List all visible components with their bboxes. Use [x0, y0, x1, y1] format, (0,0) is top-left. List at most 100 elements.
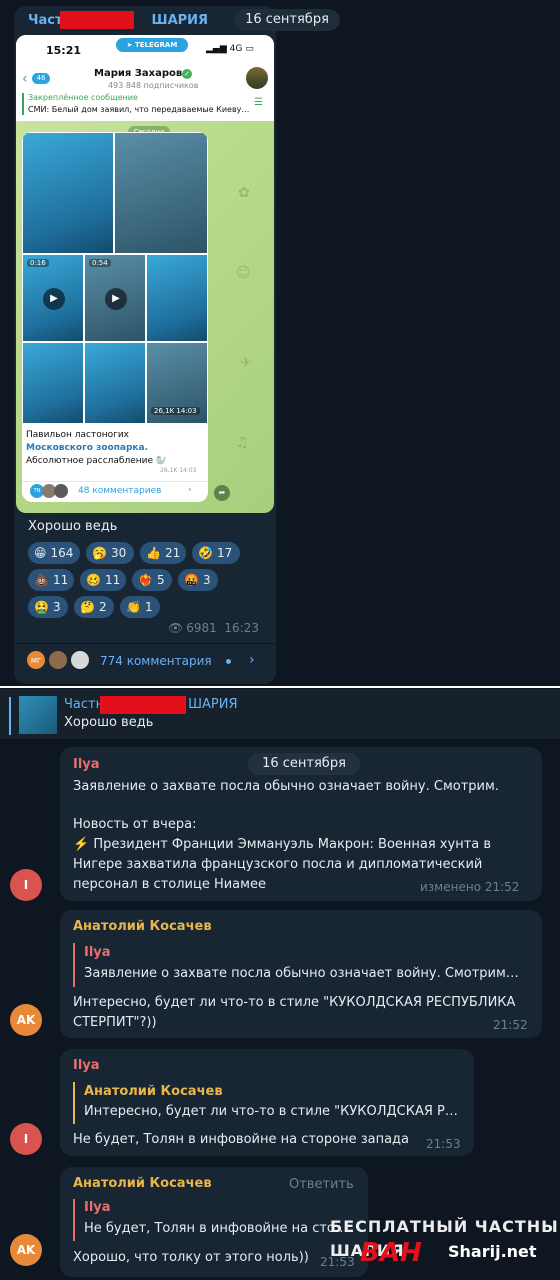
subscriber-count: 493 848 подписчиков: [108, 81, 199, 90]
quote-text[interactable]: Заявление о захвате посла обычно означае…: [84, 964, 519, 983]
video-duration: 0:54: [89, 259, 111, 267]
post-text: Хорошо ведь: [28, 519, 118, 534]
commenter-avatar: [48, 650, 68, 670]
reply-button[interactable]: Ответить: [289, 1175, 354, 1194]
message-text-line: Не будет, Толян в инфовойне на стороне з…: [73, 1132, 410, 1147]
message-text-line: Заявление о захвате посла обычно означае…: [73, 779, 499, 794]
channel-avatar: [246, 67, 268, 89]
reaction-chip[interactable]: ❤‍🔥 5: [132, 569, 172, 591]
walrus-photo: [22, 132, 114, 254]
post-comments-label[interactable]: 774 комментария: [100, 654, 212, 668]
avatar[interactable]: AK: [10, 1234, 42, 1266]
phone-signal: ▂▄▆ 4G ▭: [206, 44, 254, 54]
message-author[interactable]: Анатолий Косачев: [73, 1176, 212, 1191]
share-icon[interactable]: ➦: [214, 485, 230, 501]
commenter-avatar: МГ: [26, 650, 46, 670]
message-text-line: Хорошо, что толку от этого ноль)): [73, 1250, 309, 1265]
doodle-icon: ✿: [238, 185, 250, 201]
eye-icon: 👁: [168, 621, 184, 635]
chevron-right-icon: ›: [188, 485, 192, 495]
redaction-mark: [60, 11, 134, 29]
doodle-icon: ♫: [236, 435, 249, 451]
telegram-icon: ➤: [126, 41, 135, 49]
reaction-chip[interactable]: 🥱 30: [86, 542, 134, 564]
battery-icon: ▭: [242, 44, 254, 54]
reaction-chip[interactable]: 👍 21: [140, 542, 186, 564]
video-duration: 0:16: [27, 259, 49, 267]
phone-clock: 15:21: [46, 44, 82, 57]
walrus-photo: 26,1K 14:03: [146, 342, 208, 424]
reaction-chip[interactable]: 🤔 2: [74, 596, 114, 618]
quote-text[interactable]: Интересно, будет ли что-то в стиле "КУКО…: [84, 1102, 458, 1121]
quote-author[interactable]: Анатолий Косачев: [84, 1084, 223, 1099]
unread-dot: [226, 659, 231, 664]
walrus-photo: [114, 132, 208, 254]
watermark-text: БЕСПЛАТНЫЙ ЧАСТНЫЙ: [330, 1217, 560, 1236]
video-thumbnail: 0:54 ▶: [84, 254, 146, 342]
date-chip: 16 сентября: [248, 753, 360, 775]
avatar[interactable]: I: [10, 1123, 42, 1155]
video-thumbnail: 0:16 ▶: [22, 254, 84, 342]
quote-author[interactable]: Ilya: [84, 945, 111, 960]
watermark-logo: ВАН: [360, 1238, 422, 1268]
caption-line: Павильон ластоногих: [26, 430, 130, 440]
play-icon: ▶: [43, 288, 65, 310]
reaction-chip[interactable]: 😁 164: [28, 542, 80, 564]
message-text-line: Нигере захватила французского посла и ди…: [73, 857, 483, 872]
quote-author[interactable]: Ilya: [84, 1200, 111, 1215]
photo-views: 26,1K 14:03: [151, 407, 200, 415]
message-text-line: СТЕРПИТ"?)): [73, 1015, 157, 1030]
message-text-line: ⚡️ Президент Франции Эммануэль Макрон: В…: [73, 837, 492, 852]
message-time: 21:52: [493, 1018, 528, 1032]
screenshot-comments-label[interactable]: 48 комментариев: [78, 486, 161, 496]
quote-bar: [73, 943, 75, 987]
walrus-photo: [22, 342, 84, 424]
verified-icon: ✓: [182, 69, 192, 79]
message-author[interactable]: Ilya: [73, 1058, 100, 1073]
post-time: 16:23: [224, 621, 260, 635]
message-author[interactable]: Ilya: [73, 757, 100, 772]
pinned-text: СМИ: Белый дом заявил, что передаваемые …: [28, 105, 250, 114]
avatar[interactable]: I: [10, 869, 42, 901]
reaction-chip[interactable]: 🤣 17: [192, 542, 240, 564]
discussion-subtitle: Хорошо ведь: [64, 715, 154, 730]
quote-bar: [73, 1199, 75, 1241]
message-author[interactable]: Анатолий Косачев: [73, 919, 212, 934]
message-time: изменено 21:52: [420, 880, 520, 894]
reply-indicator: [9, 697, 11, 735]
reaction-chip[interactable]: 🤬 3: [178, 569, 218, 591]
reaction-chip[interactable]: 🤮 3: [28, 596, 68, 618]
watermark-site: Sharij.net: [448, 1242, 537, 1261]
reaction-chip[interactable]: 👏 1: [120, 596, 160, 618]
redaction-mark: [100, 696, 186, 714]
telegram-label: ➤ TELEGRAM: [116, 38, 188, 52]
walrus-photo: [84, 342, 146, 424]
pinned-indicator: [22, 93, 24, 115]
signal-icon: ▂▄▆: [206, 44, 230, 54]
quote-bar: [73, 1082, 75, 1124]
caption-line: Абсолютное расслабление 🦭: [26, 456, 168, 466]
unread-badge: 46: [32, 73, 50, 84]
screenshot-divider: [0, 686, 560, 688]
pinned-title: Закреплённое сообщение: [28, 93, 138, 102]
commenter-avatar: [54, 484, 68, 498]
caption-link[interactable]: Московского зоопарка.: [26, 443, 148, 453]
message-text-line: персонал в столице Ниамее: [73, 877, 266, 892]
reaction-chip[interactable]: 💩 11: [28, 569, 74, 591]
doodle-icon: ☺: [236, 265, 251, 281]
post-views: 👁 6981 16:23: [168, 621, 260, 635]
caption-meta: 26,1K 14:03: [160, 467, 197, 474]
message-time: 21:53: [426, 1137, 461, 1151]
reaction-chip[interactable]: 🥴 11: [80, 569, 126, 591]
pin-list-icon: ☰: [254, 97, 263, 108]
post-date: 16 сентября: [234, 9, 340, 31]
quote-text[interactable]: Не будет, Толян в инфовойне на сто…: [84, 1219, 348, 1238]
doodle-icon: ✈: [240, 355, 252, 371]
avatar[interactable]: AK: [10, 1004, 42, 1036]
embedded-screenshot[interactable]: ✿ ☺ ✈ ♫ 15:21 ➤ TELEGRAM ▂▄▆ 4G ▭ ‹ 46 М…: [16, 35, 274, 513]
walrus-photo: [146, 254, 208, 342]
message-text-line: Интересно, будет ли что-то в стиле "КУКО…: [73, 995, 516, 1010]
back-icon[interactable]: ‹: [22, 71, 28, 87]
chevron-right-icon[interactable]: ›: [249, 652, 255, 668]
message-text-line: Новость от вчера:: [73, 817, 197, 832]
